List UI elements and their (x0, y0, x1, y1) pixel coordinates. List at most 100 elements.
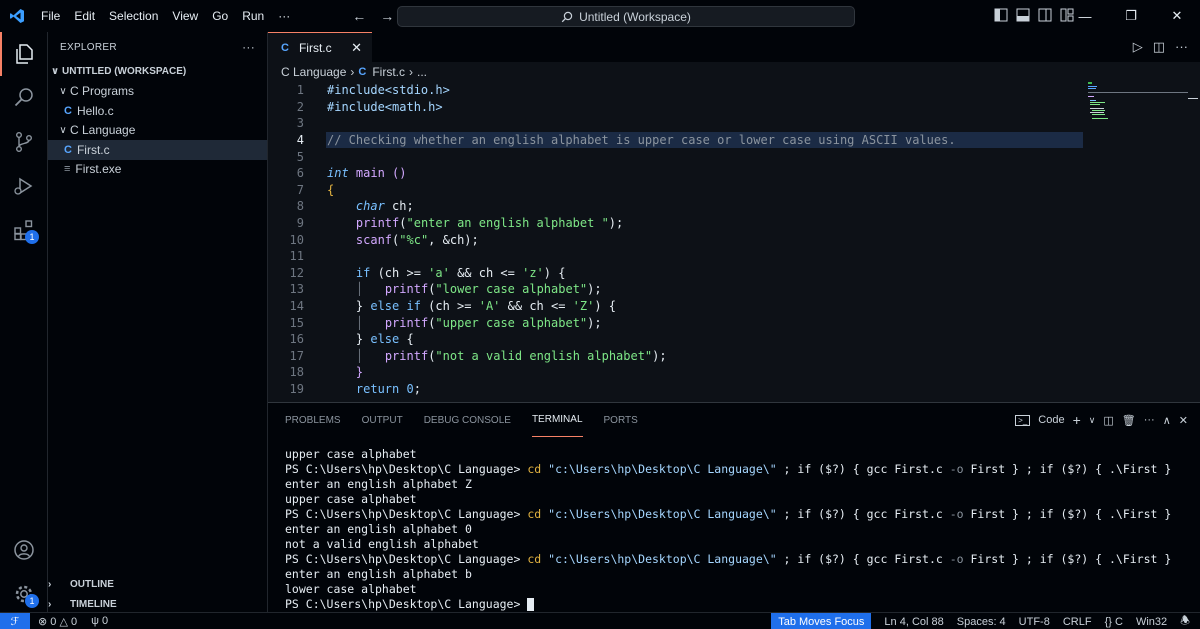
code-line: 8 char ch; (296, 199, 414, 214)
chevron-down-icon[interactable]: ∨ (1089, 415, 1096, 426)
tab-debug-console[interactable]: DEBUG CONSOLE (424, 403, 511, 437)
c-file-icon: C (64, 143, 72, 156)
editor-area: C First.c ✕ ▷ ◫ ··· C Language › C First… (268, 32, 1200, 402)
code-line: 3 (296, 116, 304, 131)
extensions-icon[interactable]: 1 (0, 208, 48, 252)
problems-status[interactable]: ⊗ 0 △ 0 (38, 615, 77, 628)
tab-problems[interactable]: PROBLEMS (285, 403, 341, 437)
file-first-exe[interactable]: ≡ First.exe (48, 160, 267, 180)
activity-bar: 1 1 (0, 32, 48, 612)
maximize-panel-icon[interactable]: ∧ (1163, 414, 1171, 427)
timeline-section[interactable]: › TIMELINE (48, 594, 268, 614)
vscode-logo-icon (0, 0, 34, 32)
code-line: 2 #include<math.h> (296, 99, 443, 114)
folder-c-programs[interactable]: ∨ C Programs (48, 82, 267, 102)
tab-first-c[interactable]: C First.c ✕ (268, 32, 372, 62)
command-center[interactable]: Untitled (Workspace) (397, 6, 855, 27)
file-label: First.c (76, 142, 110, 157)
title-bar: File Edit Selection View Go Run ··· ← → … (0, 0, 1200, 32)
menu-edit[interactable]: Edit (67, 0, 102, 32)
explorer-icon[interactable] (0, 32, 48, 76)
search-icon[interactable] (0, 76, 48, 120)
indentation-status[interactable]: Spaces: 4 (957, 616, 1006, 628)
close-icon[interactable]: ✕ (351, 40, 362, 56)
workspace-header[interactable]: ∨ UNTITLED (WORKSPACE) (48, 62, 267, 82)
terminal-output[interactable]: upper case alphabet PS C:\Users\hp\Deskt… (285, 447, 1195, 612)
file-hello-c[interactable]: C Hello.c (48, 101, 267, 121)
explorer-more-button[interactable]: ··· (242, 40, 255, 54)
minimap[interactable] (1088, 82, 1198, 142)
breadcrumb-symbol[interactable]: ... (417, 65, 427, 79)
tab-ports[interactable]: PORTS (604, 403, 638, 437)
split-editor-icon[interactable]: ◫ (1153, 39, 1165, 55)
more-actions-icon[interactable]: ··· (1175, 39, 1188, 55)
folder-c-language[interactable]: ∨ C Language (48, 121, 267, 141)
remote-icon[interactable]: ℱ (0, 612, 30, 629)
run-debug-icon[interactable] (0, 164, 48, 208)
error-count: 0 (50, 615, 57, 628)
language-status[interactable]: {} C (1105, 616, 1123, 628)
menu-view[interactable]: View (165, 0, 205, 32)
close-panel-icon[interactable]: ✕ (1179, 414, 1188, 427)
terminal-line: PS C:\Users\hp\Desktop\C Language> cd "c… (285, 552, 1172, 566)
code-line: 5 (296, 149, 304, 164)
outline-section[interactable]: › OUTLINE (48, 574, 268, 594)
status-bar: ℱ ⊗ 0 △ 0 ψ 0 Tab Moves Focus Ln 4, Col … (0, 612, 1200, 629)
terminal-name[interactable]: Code (1038, 414, 1064, 426)
forward-arrow-icon[interactable]: → (380, 8, 394, 24)
eol-status[interactable]: CRLF (1063, 616, 1092, 628)
c-file-icon: C (64, 104, 72, 117)
chevron-down-icon: ∨ (50, 66, 60, 78)
code-line: 16 } else { (289, 332, 414, 347)
trash-icon[interactable]: 🗑 (1122, 414, 1136, 427)
terminal-line: upper case alphabet (285, 447, 417, 461)
code-line: 15 │ printf("upper case alphabet"); (289, 315, 602, 330)
error-icon: ⊗ (38, 615, 48, 628)
toggle-panel-icon[interactable] (1016, 8, 1030, 22)
code-line: 12 if (ch >= 'a' && ch <= 'z') { (289, 265, 566, 280)
folder-label: C Programs (70, 84, 135, 99)
close-window-icon[interactable]: ✕ (1154, 0, 1200, 32)
toggle-primary-sidebar-icon[interactable] (994, 8, 1008, 22)
breadcrumb: C Language › C First.c › ... (268, 62, 1200, 82)
code-line: 19 return 0; (289, 382, 421, 397)
ports-status[interactable]: ψ 0 (91, 615, 108, 628)
tab-output[interactable]: OUTPUT (362, 403, 403, 437)
breadcrumb-folder[interactable]: C Language (281, 65, 346, 79)
bell-icon[interactable]: 🕭 (1180, 612, 1190, 629)
menu-more[interactable]: ··· (271, 0, 297, 32)
braces-icon: {} (1104, 615, 1112, 628)
c-file-icon: C (281, 41, 289, 54)
menu-bar: File Edit Selection View Go Run ··· (34, 0, 297, 32)
menu-file[interactable]: File (34, 0, 67, 32)
search-icon (561, 11, 573, 22)
new-terminal-icon[interactable]: + (1073, 412, 1081, 428)
cursor-position-status[interactable]: Ln 4, Col 88 (884, 616, 943, 628)
code-line: 1 #include<stdio.h> (296, 83, 450, 98)
tab-moves-focus-status[interactable]: Tab Moves Focus (771, 613, 872, 629)
breadcrumb-file[interactable]: First.c (372, 65, 405, 79)
split-terminal-icon[interactable]: ◫ (1103, 414, 1113, 427)
menu-run[interactable]: Run (235, 0, 271, 32)
code-line: 4// Checking whether an english alphabet… (296, 133, 956, 148)
back-arrow-icon[interactable]: ← (352, 8, 366, 24)
accounts-icon[interactable] (0, 528, 48, 572)
code-line: 18 } (289, 365, 364, 380)
ports-count: 0 (102, 614, 109, 627)
code-line: 14 } else if (ch >= 'A' && ch <= 'Z') { (289, 299, 617, 314)
file-first-c[interactable]: C First.c (48, 140, 267, 160)
menu-go[interactable]: Go (205, 0, 235, 32)
menu-selection[interactable]: Selection (102, 0, 165, 32)
more-actions-icon[interactable]: ··· (1144, 414, 1155, 426)
source-control-icon[interactable] (0, 120, 48, 164)
encoding-status[interactable]: UTF-8 (1019, 616, 1050, 628)
minimize-icon[interactable]: — (1062, 0, 1108, 32)
toggle-secondary-sidebar-icon[interactable] (1038, 8, 1052, 22)
tab-terminal[interactable]: TERMINAL (531, 403, 583, 437)
chevron-down-icon: ∨ (59, 85, 67, 97)
restore-icon[interactable]: ❐ (1108, 0, 1154, 32)
tab-label: First.c (298, 40, 332, 55)
run-file-icon[interactable]: ▷ (1133, 39, 1143, 55)
manage-gear-icon[interactable]: 1 (0, 572, 48, 616)
platform-status[interactable]: Win32 (1136, 616, 1167, 628)
